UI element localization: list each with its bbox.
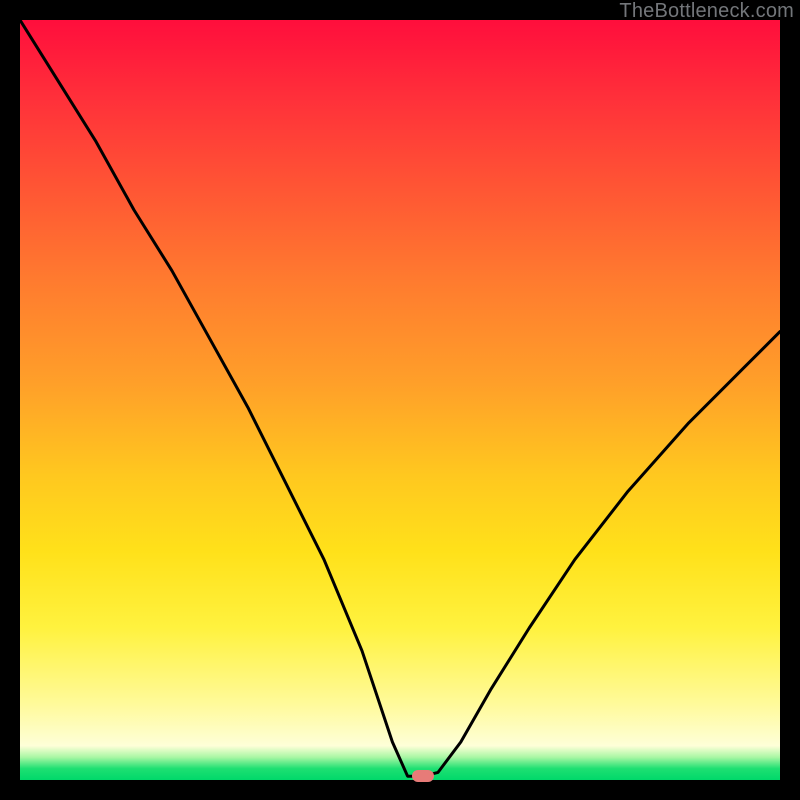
chart-stage: TheBottleneck.com	[0, 0, 800, 800]
minimum-marker	[412, 770, 434, 782]
bottleneck-curve	[20, 20, 780, 780]
chart-plot-area	[20, 20, 780, 780]
